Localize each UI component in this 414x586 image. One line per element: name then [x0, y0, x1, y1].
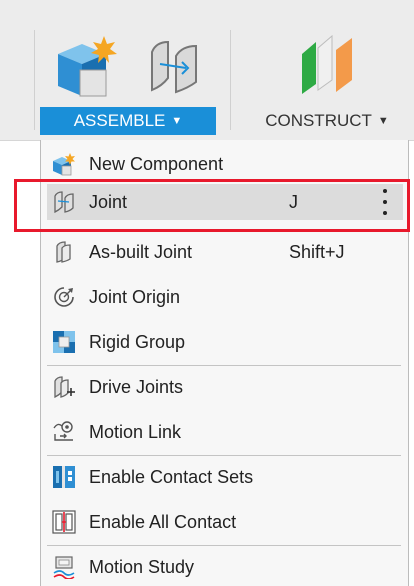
joint-large-icon[interactable]	[146, 38, 202, 96]
menu-item-label: New Component	[89, 153, 224, 174]
construct-dropdown-button[interactable]: CONSTRUCT ▼	[252, 107, 402, 135]
menu-item-rigid-group[interactable]: Rigid Group	[47, 324, 403, 360]
construct-plane-icon[interactable]	[296, 34, 358, 96]
menu-item-label: Motion Link	[89, 421, 182, 442]
menu-item-label: Motion Study	[89, 556, 195, 577]
menu-item-label: Rigid Group	[89, 331, 186, 352]
assemble-label: ASSEMBLE	[73, 111, 166, 130]
menu-separator	[47, 545, 401, 546]
menu-separator	[47, 365, 401, 366]
chevron-down-icon: ▼	[171, 115, 183, 127]
menu-item-new-component[interactable]: New Component	[47, 146, 403, 182]
highlight-annotation-box	[14, 179, 410, 232]
menu-item-joint-origin[interactable]: Joint Origin	[47, 279, 403, 315]
menu-item-shortcut: Shift+J	[289, 241, 345, 262]
menu-item-label: Enable All Contact	[89, 511, 237, 532]
drive-joints-icon	[51, 374, 77, 400]
construct-label: CONSTRUCT	[265, 111, 372, 130]
menu-item-label: Joint Origin	[89, 286, 181, 307]
motion-link-icon	[51, 419, 77, 445]
menu-item-drive-joints[interactable]: Drive Joints	[47, 369, 403, 405]
toolbar: ASSEMBLE ▼ CONSTRUCT ▼	[0, 0, 414, 141]
assemble-dropdown-button[interactable]: ASSEMBLE ▼	[40, 107, 216, 135]
menu-item-label: As-built Joint	[89, 241, 193, 262]
enable-contact-sets-icon	[51, 464, 77, 490]
menu-item-label: Enable Contact Sets	[89, 466, 254, 487]
toolbar-divider	[34, 30, 35, 130]
menu-item-motion-study[interactable]: Motion Study	[47, 549, 403, 585]
motion-study-icon	[51, 554, 77, 580]
menu-item-label: Drive Joints	[89, 376, 184, 397]
rigid-group-icon	[51, 329, 77, 355]
menu-item-enable-contact-sets[interactable]: Enable Contact Sets	[47, 459, 403, 495]
menu-item-as-built-joint[interactable]: As-built Joint Shift+J	[47, 234, 403, 270]
new-component-large-icon[interactable]	[54, 30, 126, 100]
new-component-icon	[51, 151, 77, 177]
menu-item-enable-all-contact[interactable]: Enable All Contact	[47, 504, 403, 540]
joint-origin-icon	[51, 284, 77, 310]
menu-separator	[47, 455, 401, 456]
chevron-down-icon: ▼	[377, 115, 389, 127]
as-built-joint-icon	[51, 239, 77, 265]
enable-all-contact-icon	[51, 509, 77, 535]
toolbar-divider	[230, 30, 231, 130]
menu-item-motion-link[interactable]: Motion Link	[47, 414, 403, 450]
